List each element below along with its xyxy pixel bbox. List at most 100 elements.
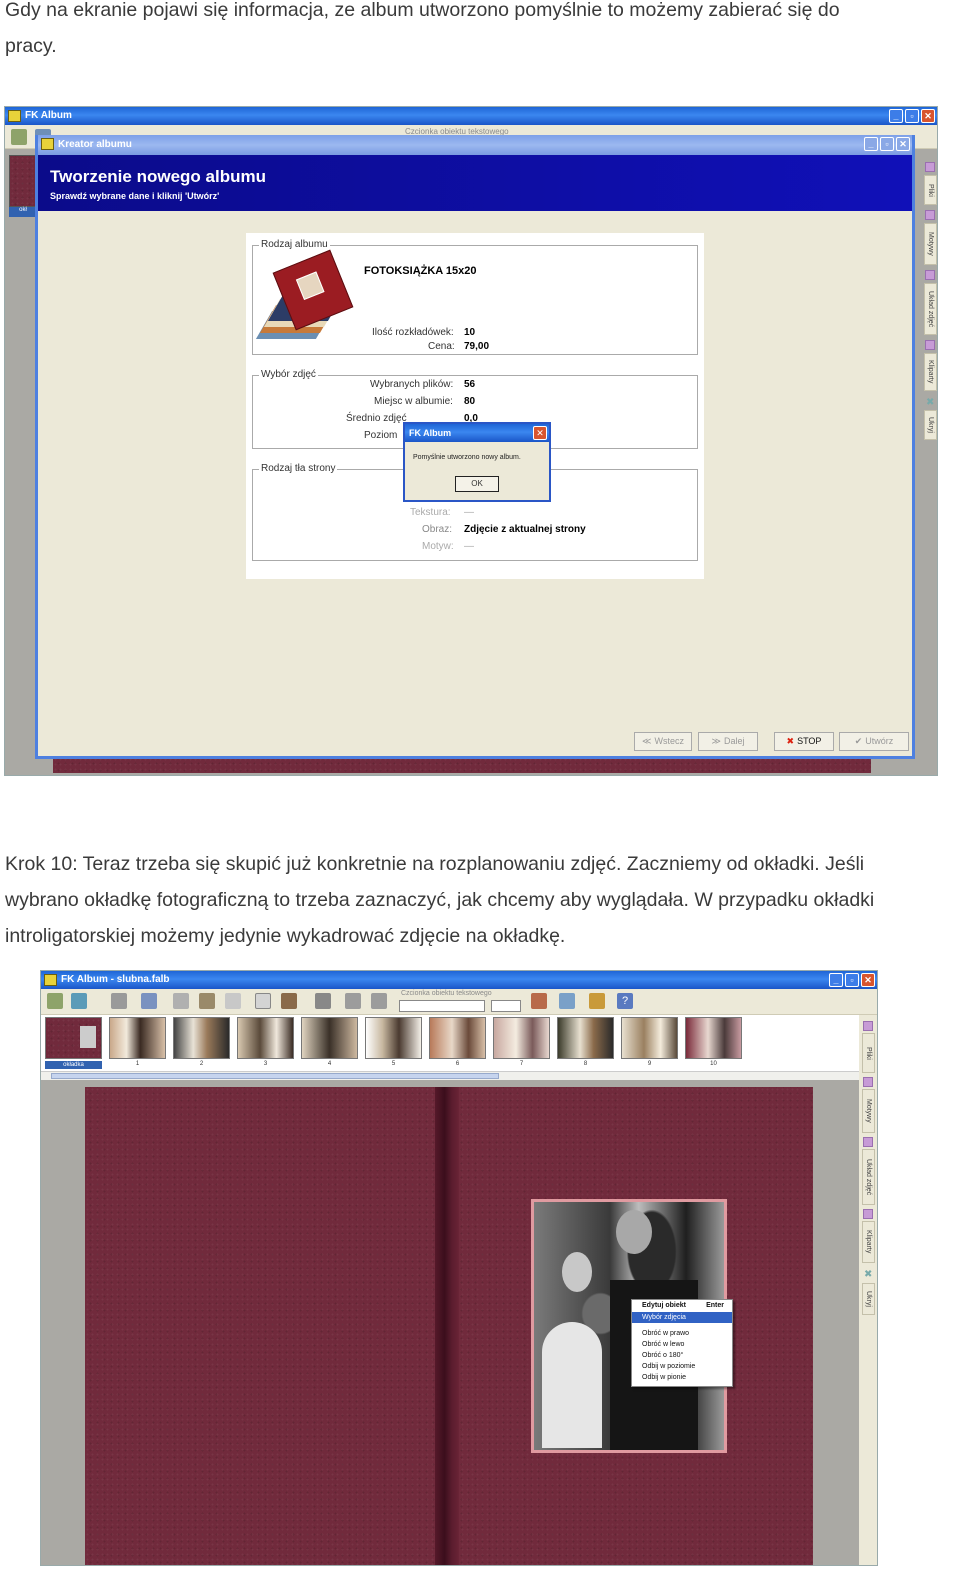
- banner-subtitle: Sprawdź wybrane dane i kliknij 'Utwórz': [50, 191, 220, 201]
- hide-icon: ✖: [926, 397, 935, 408]
- thumb-scrollbar[interactable]: [41, 1071, 859, 1080]
- wizard-title: Kreator albumu: [58, 139, 132, 150]
- tab-hide[interactable]: Ukryj: [924, 410, 937, 440]
- create-button[interactable]: ✔ Utwórz: [839, 732, 909, 751]
- help-icon[interactable]: ?: [617, 993, 633, 1009]
- step10-line-3: introligatorskiej możemy jedynie wykadro…: [5, 925, 566, 947]
- context-menu: Edytuj obiekt Enter Wybór zdjęcia Obróć …: [631, 1299, 733, 1387]
- grid-icon[interactable]: [173, 993, 189, 1009]
- menu-flip-vertical[interactable]: Odbij w pionie: [632, 1372, 732, 1383]
- spreads-label: Ilość rozkładówek:: [372, 327, 454, 338]
- minimize-button[interactable]: _: [889, 109, 903, 123]
- thumb-page-4[interactable]: [301, 1017, 358, 1059]
- open-icon[interactable]: [47, 993, 63, 1009]
- editor-font-hint: Czcionka obiektu tekstowego: [401, 990, 492, 997]
- tab-clipart[interactable]: Kliparty: [924, 353, 937, 391]
- thumb-page-9[interactable]: [621, 1017, 678, 1059]
- nav-arrows-icon[interactable]: [531, 993, 547, 1009]
- scissors-icon[interactable]: [315, 993, 331, 1009]
- thumb-page-6[interactable]: [429, 1017, 486, 1059]
- cover-canvas[interactable]: Edytuj obiekt Enter Wybór zdjęcia Obróć …: [85, 1087, 813, 1565]
- export-icon[interactable]: [559, 993, 575, 1009]
- stop-x-icon: ✖: [786, 736, 795, 746]
- tab-files[interactable]: Pliki: [924, 175, 937, 205]
- thumb-page-7[interactable]: [493, 1017, 550, 1059]
- preview-icon[interactable]: [141, 993, 157, 1009]
- intro-line-2: pracy.: [5, 35, 57, 57]
- app-title: FK Album: [25, 110, 72, 121]
- album-places-value: 80: [464, 396, 476, 407]
- dialog-close-button[interactable]: ✕: [533, 426, 547, 440]
- editor-minimize-button[interactable]: _: [829, 973, 843, 987]
- editor-tab-hide[interactable]: Ukryj: [862, 1283, 875, 1315]
- dialog-title: FK Album: [405, 424, 549, 442]
- stop-button[interactable]: ✖ STOP: [774, 732, 834, 751]
- font-size-select[interactable]: [491, 1000, 521, 1012]
- thumb-page-3[interactable]: [237, 1017, 294, 1059]
- summary-panel: Rodzaj albumu FOTOKSIĄŻKA 15x20 Ilość ro…: [246, 233, 704, 579]
- brush-icon[interactable]: [281, 993, 297, 1009]
- back-arrow-icon: ≪: [642, 736, 652, 746]
- calendar-icon[interactable]: [225, 993, 241, 1009]
- album-canvas-edge: [53, 757, 871, 773]
- dialog-ok-button[interactable]: OK: [455, 476, 499, 492]
- menu-edit-object[interactable]: Edytuj obiekt Enter: [632, 1300, 732, 1312]
- menu-rotate-180[interactable]: Obróć o 180°: [632, 1350, 732, 1361]
- editor-title: FK Album - slubna.falb: [61, 974, 170, 985]
- thumb-label-9: 9: [647, 1061, 652, 1067]
- scrollbar-thumb[interactable]: [51, 1073, 499, 1079]
- level-label: Poziom: [364, 430, 398, 441]
- wizard-minimize-button[interactable]: _: [864, 137, 878, 151]
- cover-spine: [435, 1087, 459, 1565]
- wizard-title-bar: Kreator albumu _ ▫ ✕: [38, 135, 912, 155]
- restore-button[interactable]: ▫: [905, 109, 919, 123]
- image-label: Obraz:: [422, 524, 453, 535]
- image-value: Zdjęcie z aktualnej strony: [464, 524, 586, 535]
- editor-close-button[interactable]: ✕: [861, 973, 875, 987]
- tab-layout[interactable]: Układ zdjęć: [924, 283, 937, 335]
- copy-icon[interactable]: [345, 993, 361, 1009]
- cover-thumbnail[interactable]: [9, 155, 37, 207]
- editor-restore-button[interactable]: ▫: [845, 973, 859, 987]
- motif-value: —: [464, 541, 474, 552]
- app-title-bar: FK Album _ ▫ ✕: [5, 107, 937, 125]
- frame-icon[interactable]: [255, 993, 271, 1009]
- album-type-name: FOTOKSIĄŻKA 15x20: [364, 265, 477, 277]
- editor-tab-layout[interactable]: Układ zdjęć: [862, 1149, 875, 1205]
- editor-tab-files[interactable]: Pliki: [862, 1033, 875, 1073]
- cover-thumb-label: okł: [9, 207, 37, 217]
- menu-select-photo[interactable]: Wybór zdjęcia: [632, 1312, 732, 1323]
- price-label: Cena:: [428, 341, 455, 352]
- next-button[interactable]: ≫ Dalej: [698, 732, 758, 751]
- thumb-label-8: 8: [583, 1061, 588, 1067]
- thumb-page-5[interactable]: [365, 1017, 422, 1059]
- bride-head-shape: [562, 1252, 592, 1292]
- font-select[interactable]: [399, 1000, 485, 1012]
- wizard-close-button[interactable]: ✕: [896, 137, 910, 151]
- back-button[interactable]: ≪ Wstecz: [634, 732, 692, 751]
- tab-motifs[interactable]: Motywy: [924, 223, 937, 265]
- editor-tab-clipart[interactable]: Kliparty: [862, 1221, 875, 1263]
- close-button[interactable]: ✕: [921, 109, 935, 123]
- thumb-page-10[interactable]: [685, 1017, 742, 1059]
- paste-icon[interactable]: [371, 993, 387, 1009]
- wizard-maximize-button[interactable]: ▫: [880, 137, 894, 151]
- undo-icon[interactable]: [111, 993, 127, 1009]
- thumb-cover[interactable]: [45, 1017, 102, 1059]
- editor-tab-motifs[interactable]: Motywy: [862, 1089, 875, 1133]
- thumb-label-5: 5: [391, 1061, 396, 1067]
- thumb-label-10: 10: [710, 1061, 717, 1067]
- menu-rotate-left[interactable]: Obróć w lewo: [632, 1339, 732, 1350]
- thumb-page-1[interactable]: [109, 1017, 166, 1059]
- pencil-icon[interactable]: [199, 993, 215, 1009]
- editor-title-bar: FK Album - slubna.falb _ ▫ ✕: [41, 971, 877, 989]
- tab-marker-files-icon: [863, 1021, 873, 1031]
- open-icon[interactable]: [11, 129, 27, 145]
- thumb-page-8[interactable]: [557, 1017, 614, 1059]
- menu-flip-horizontal[interactable]: Odbij w poziomie: [632, 1361, 732, 1372]
- save-icon[interactable]: [71, 993, 87, 1009]
- thumb-page-2[interactable]: [173, 1017, 230, 1059]
- menu-rotate-right[interactable]: Obróć w prawo: [632, 1328, 732, 1339]
- basket-icon[interactable]: [589, 993, 605, 1009]
- background-legend: Rodzaj tła strony: [259, 463, 338, 474]
